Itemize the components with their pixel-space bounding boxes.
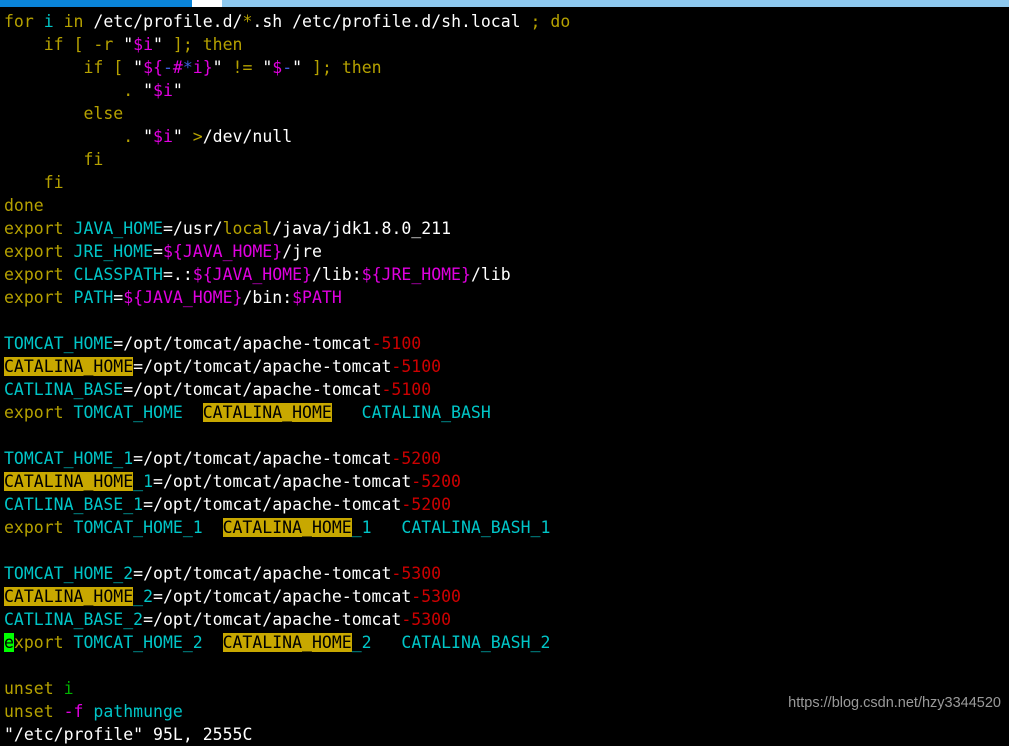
code-line-with-cursor: export TOMCAT_HOME_2 CATALINA_HOME_2 CAT… (4, 633, 551, 652)
progress-bar[interactable] (0, 0, 1009, 7)
code-line: CATLINA_BASE=/opt/tomcat/apache-tomcat-5… (4, 380, 432, 399)
code-line: CATALINA_HOME_1=/opt/tomcat/apache-tomca… (4, 472, 461, 491)
code-line: CATLINA_BASE_1=/opt/tomcat/apache-tomcat… (4, 495, 452, 514)
code-line: TOMCAT_HOME_1=/opt/tomcat/apache-tomcat-… (4, 449, 442, 468)
code-line: if [ -r "$i" ]; then (43, 35, 243, 54)
search-highlight: CATALINA_HOME (222, 633, 352, 652)
search-highlight: CATALINA_HOME (222, 518, 352, 537)
code-line: . "$i" (123, 81, 183, 100)
watermark: https://blog.csdn.net/hzy3344520 (788, 695, 1001, 711)
code-line: export PATH=${JAVA_HOME}/bin:$PATH (4, 288, 342, 307)
search-highlight: CATALINA_HOME (202, 403, 332, 422)
progress-bar-gap (192, 0, 222, 7)
code-line: export TOMCAT_HOME CATALINA_HOME CATALIN… (4, 403, 491, 422)
code-line: done (4, 196, 44, 215)
code-line: if [ "${-#*i}" != "$-" ]; then (83, 58, 382, 77)
terminal-screen[interactable]: for i in /etc/profile.d/*.sh /etc/profil… (0, 7, 1009, 744)
text-cursor: e (4, 633, 14, 652)
code-line: CATALINA_HOME_2=/opt/tomcat/apache-tomca… (4, 587, 461, 606)
code-line: export CLASSPATH=.:${JAVA_HOME}/lib:${JR… (4, 265, 511, 284)
progress-bar-fill (0, 0, 192, 7)
progress-bar-track (222, 0, 1009, 7)
search-highlight: CATALINA_HOME (4, 357, 134, 376)
code-line: for i in /etc/profile.d/*.sh /etc/profil… (4, 12, 571, 31)
code-line: TOMCAT_HOME=/opt/tomcat/apache-tomcat-51… (4, 334, 422, 353)
code-line: export TOMCAT_HOME_1 CATALINA_HOME_1 CAT… (4, 518, 551, 537)
code-line: . "$i" >/dev/null (123, 127, 293, 146)
code-line: else (83, 104, 124, 123)
code-line: CATLINA_BASE_2=/opt/tomcat/apache-tomcat… (4, 610, 452, 629)
search-highlight: CATALINA_HOME (4, 587, 134, 606)
code-line: export JAVA_HOME=/usr/local/java/jdk1.8.… (4, 219, 452, 238)
code-line: TOMCAT_HOME_2=/opt/tomcat/apache-tomcat-… (4, 564, 442, 583)
code-line: fi (43, 173, 64, 192)
code-line: CATALINA_HOME=/opt/tomcat/apache-tomcat-… (4, 357, 442, 376)
search-highlight: CATALINA_HOME (4, 472, 134, 491)
code-line: export JRE_HOME=${JAVA_HOME}/jre (4, 242, 322, 261)
code-line: fi (83, 150, 104, 169)
